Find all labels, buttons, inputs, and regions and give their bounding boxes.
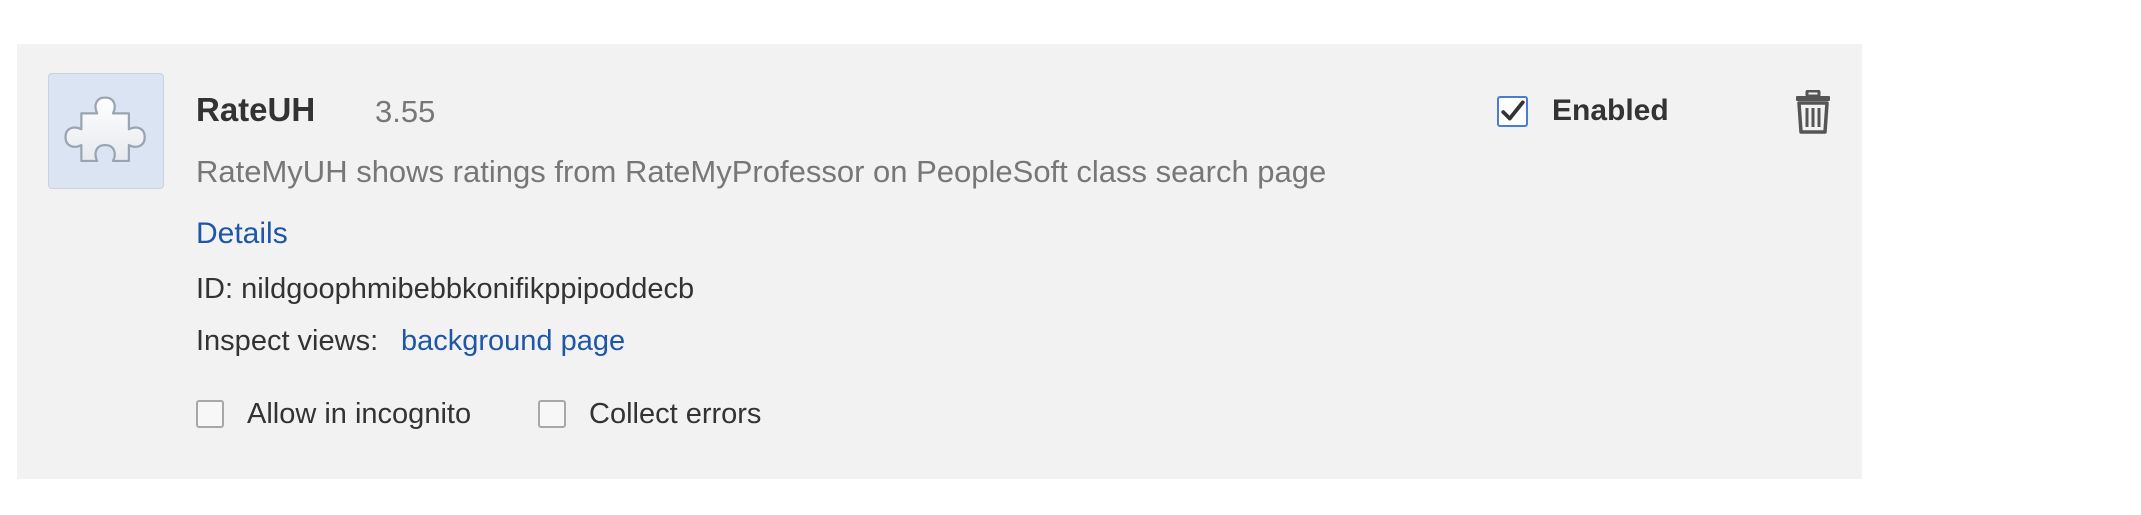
collect-errors-option[interactable]: Collect errors [538, 394, 761, 434]
puzzle-piece-icon [64, 96, 146, 163]
inspect-views-label: Inspect views: [196, 325, 379, 357]
allow-incognito-option[interactable]: Allow in incognito [196, 394, 471, 434]
background-page-link[interactable]: background page [401, 321, 625, 361]
remove-extension-button[interactable] [1794, 89, 1832, 134]
trash-icon [1796, 89, 1830, 134]
details-link[interactable]: Details [196, 214, 288, 254]
allow-incognito-checkbox[interactable] [196, 400, 224, 428]
extension-id: ID: nildgoophmibebbkonifikppipoddecb [196, 273, 695, 305]
extension-version: 3.55 [375, 94, 436, 129]
extension-icon [48, 73, 164, 189]
extension-card: RateUH 3.55 RateMyUH shows ratings from … [17, 44, 1862, 479]
extension-name: RateUH [196, 91, 316, 128]
enabled-label: Enabled [1552, 94, 1669, 127]
collect-errors-label: Collect errors [589, 397, 762, 430]
checkmark-icon [1500, 100, 1525, 121]
allow-incognito-label: Allow in incognito [247, 397, 472, 430]
enabled-toggle[interactable]: Enabled [1497, 91, 1669, 131]
enabled-checkbox[interactable] [1497, 95, 1528, 127]
extension-description: RateMyUH shows ratings from RateMyProfes… [196, 154, 1327, 189]
collect-errors-checkbox[interactable] [538, 400, 566, 428]
